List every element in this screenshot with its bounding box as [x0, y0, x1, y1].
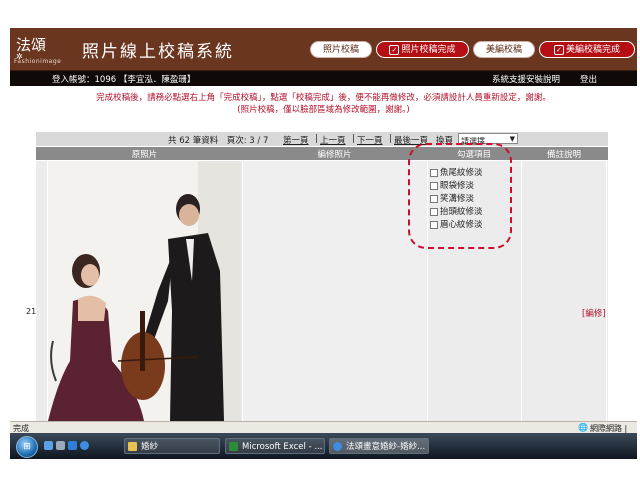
logo-subtitle: Fashionimage — [14, 58, 62, 65]
check-icon: ✓ — [553, 44, 564, 55]
media-player-icon[interactable] — [68, 441, 77, 450]
notes-cell — [522, 161, 606, 421]
folder-icon — [128, 442, 137, 451]
show-desktop-icon[interactable] — [44, 441, 53, 450]
prev-page-link[interactable]: 上一頁 — [320, 134, 346, 146]
globe-icon: 🌐 — [578, 423, 588, 432]
ie-icon — [333, 442, 342, 451]
record-summary: 共 62 筆資料 頁次: 3 / 7 — [168, 136, 269, 146]
check-icon: ✓ — [389, 44, 400, 55]
design-proof-done-button[interactable]: ✓ 美編校稿完成 — [539, 41, 635, 58]
original-photo — [48, 161, 241, 421]
task-label: 婚紗 — [141, 442, 159, 452]
task-label: Microsoft Excel - ... — [242, 442, 323, 452]
system-title: 照片線上校稿系統 — [82, 42, 234, 62]
col-original-photo: 原照片 — [131, 150, 158, 160]
photo-proof-done-button[interactable]: ✓ 照片校稿完成 — [376, 41, 469, 58]
edit-link[interactable]: [編修] — [582, 307, 606, 319]
design-proof-label: 美編校稿 — [485, 45, 522, 55]
chevron-down-icon: ▼ — [509, 135, 515, 143]
edited-photo-area — [243, 161, 426, 421]
design-proof-done-label: 美編校稿完成 — [565, 45, 620, 55]
task-excel[interactable]: Microsoft Excel - ... — [225, 438, 325, 454]
support-link[interactable]: 系統支援安裝說明 — [492, 73, 560, 85]
col-edited-photo: 編修照片 — [317, 150, 352, 160]
notice-complete-warning: 完成校稿後，請務必點選右上角「完成校稿」，點選「校稿完成」後，便不能再做修改，必… — [96, 93, 551, 103]
table-row: 魚尾紋修淡 眼袋修淡 笑溝修淡 抬頭紋修淡 眉心紋修淡 — [36, 161, 608, 421]
pagination-bar: 共 62 筆資料 頁次: 3 / 7 第一頁 | 上一頁 | 下一頁 | 最後一… — [36, 132, 608, 146]
photo-proof-label: 照片校稿 — [322, 45, 359, 55]
windows-taskbar: ⊞ 婚紗 Microsoft Excel - ... 法頌畫意婚紗-婚紗... — [10, 433, 637, 459]
window-switch-icon[interactable] — [56, 441, 65, 450]
photo-proof-done-label: 照片校稿完成 — [401, 45, 456, 55]
notice-scope: (照片校稿，僅以臉部區域為修改範圍，謝謝。) — [237, 105, 410, 115]
next-page-link[interactable]: 下一頁 — [357, 134, 383, 146]
row-number: 21 — [26, 307, 37, 316]
excel-icon — [229, 442, 238, 451]
photo-proof-button[interactable]: 照片校稿 — [310, 41, 372, 58]
first-page-link[interactable]: 第一頁 — [283, 134, 309, 146]
task-folder[interactable]: 婚紗 — [124, 438, 220, 454]
task-label: 法頌畫意婚紗-婚紗... — [346, 442, 426, 452]
highlight-dashed-circle — [408, 143, 512, 249]
windows-flag-icon: ⊞ — [23, 442, 31, 452]
table-header: 原照片 編修照片 勾選項目 備註說明 — [36, 147, 608, 160]
user-bar: 登入帳號：1096 【李宜泓．陳盈珊】 系統支援安裝說明 登出 — [10, 71, 637, 86]
ie-icon[interactable] — [80, 441, 89, 450]
col-notes: 備註說明 — [546, 150, 581, 160]
browser-viewport: 法頌 ✲ Fashionimage 照片線上校稿系統 照片校稿 ✓ 照片校稿完成 … — [10, 28, 637, 459]
brand-logo: 法頌 ✲ Fashionimage — [14, 30, 74, 68]
logout-link[interactable]: 登出 — [580, 73, 597, 85]
wedding-photo-image — [48, 161, 241, 421]
header-banner: 法頌 ✲ Fashionimage 照片線上校稿系統 照片校稿 ✓ 照片校稿完成 … — [10, 28, 637, 71]
task-browser[interactable]: 法頌畫意婚紗-婚紗... — [329, 438, 429, 454]
design-proof-button[interactable]: 美編校稿 — [473, 41, 535, 58]
start-button[interactable]: ⊞ — [16, 436, 38, 458]
login-info: 登入帳號：1096 【李宜泓．陳盈珊】 — [52, 75, 196, 85]
